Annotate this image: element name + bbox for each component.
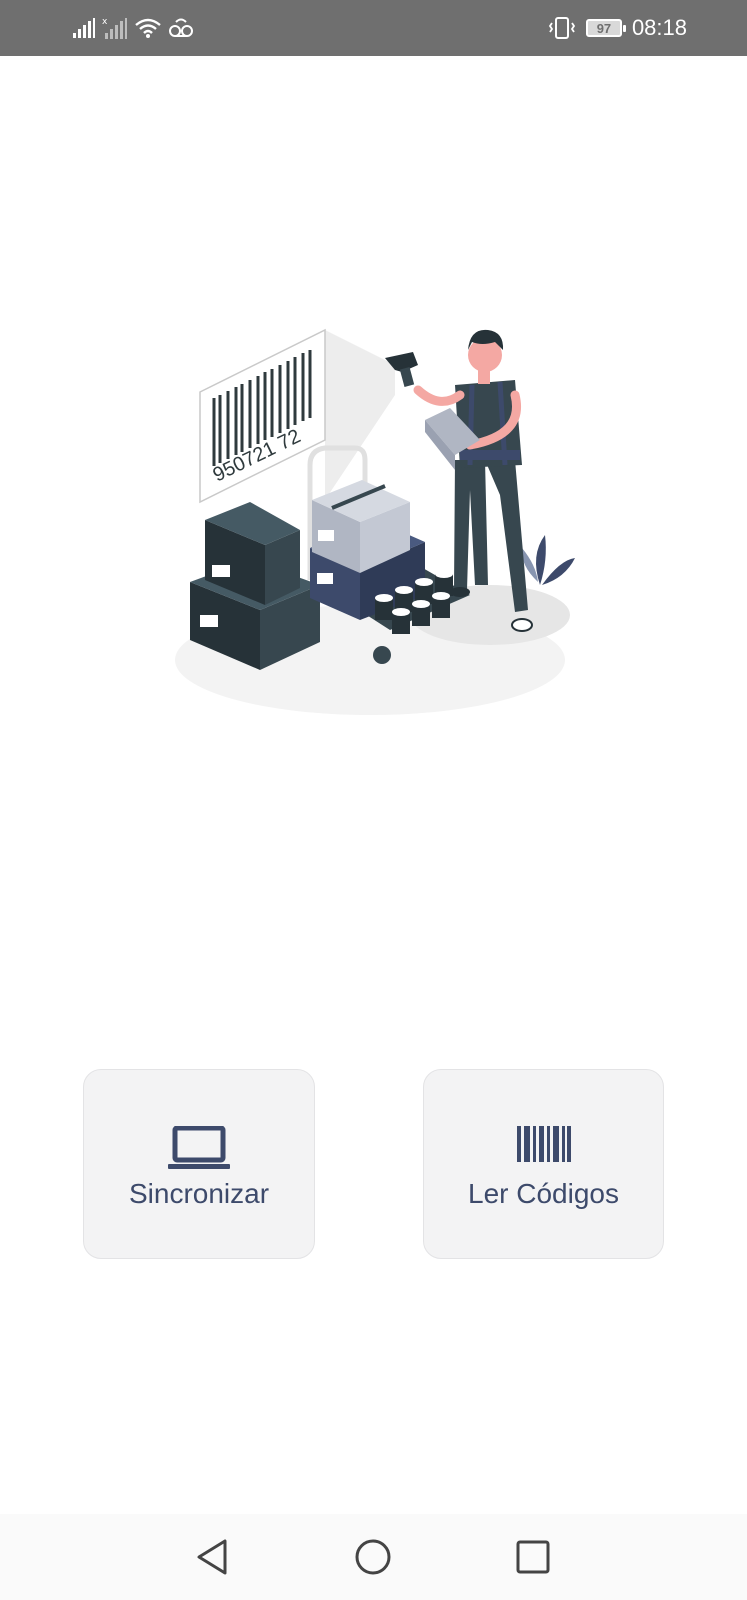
recents-icon [516,1540,550,1574]
back-button[interactable] [190,1534,236,1580]
scan-codes-button[interactable]: Ler Códigos [423,1069,664,1259]
status-time: 08:18 [631,15,687,40]
home-icon [355,1539,391,1575]
vibrate-icon [548,17,576,39]
battery-icon: 97 [585,19,626,37]
scan-codes-button-label: Ler Códigos [468,1178,619,1209]
recents-button[interactable] [510,1534,556,1580]
laptop-icon [168,1126,230,1169]
status-icons-left: x [72,14,194,42]
barcode-icon [516,1126,571,1162]
status-bar: x 97 08:18 [0,0,747,56]
home-button[interactable] [350,1534,396,1580]
battery-level: 97 [596,20,612,36]
plant [521,535,575,585]
voicemail-icon [169,18,193,37]
svg-text:x: x [102,17,108,27]
wifi-icon [135,18,161,38]
sync-button[interactable]: Sincronizar [83,1069,315,1259]
navigation-bar [0,1514,747,1600]
sync-button-label: Sincronizar [128,1178,270,1209]
signal-icon [73,18,95,38]
barcode-label: 950721 72 [199,328,326,504]
signal-no-sim-icon: x [102,17,127,39]
back-icon [197,1539,227,1575]
status-icons-right: 97 08:18 [548,10,687,46]
warehouse-scanner-illustration: 950721 72 [170,320,580,720]
